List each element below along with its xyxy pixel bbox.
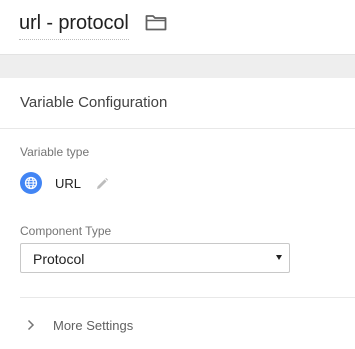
variable-type-label: Variable type bbox=[20, 145, 90, 159]
section-title: Variable Configuration bbox=[20, 94, 168, 111]
globe-icon bbox=[20, 172, 42, 194]
more-settings-toggle[interactable]: More Settings bbox=[20, 313, 220, 339]
divider bbox=[0, 128, 355, 129]
variable-name-title[interactable]: url - protocol bbox=[19, 10, 129, 40]
component-type-selected: Protocol bbox=[33, 251, 85, 267]
separator-band bbox=[0, 54, 355, 79]
header: url - protocol bbox=[0, 0, 355, 54]
dropdown-arrow-icon bbox=[276, 255, 282, 260]
variable-type-value: URL bbox=[55, 176, 82, 191]
more-settings-label: More Settings bbox=[53, 318, 134, 333]
variable-configuration-card: Variable Configuration Variable type URL… bbox=[0, 78, 355, 349]
folder-icon[interactable] bbox=[145, 13, 167, 31]
chevron-right-icon bbox=[27, 319, 35, 331]
divider bbox=[20, 297, 355, 298]
pencil-icon[interactable] bbox=[95, 177, 109, 191]
component-type-select[interactable]: Protocol bbox=[20, 243, 290, 273]
component-type-label: Component Type bbox=[20, 224, 112, 238]
